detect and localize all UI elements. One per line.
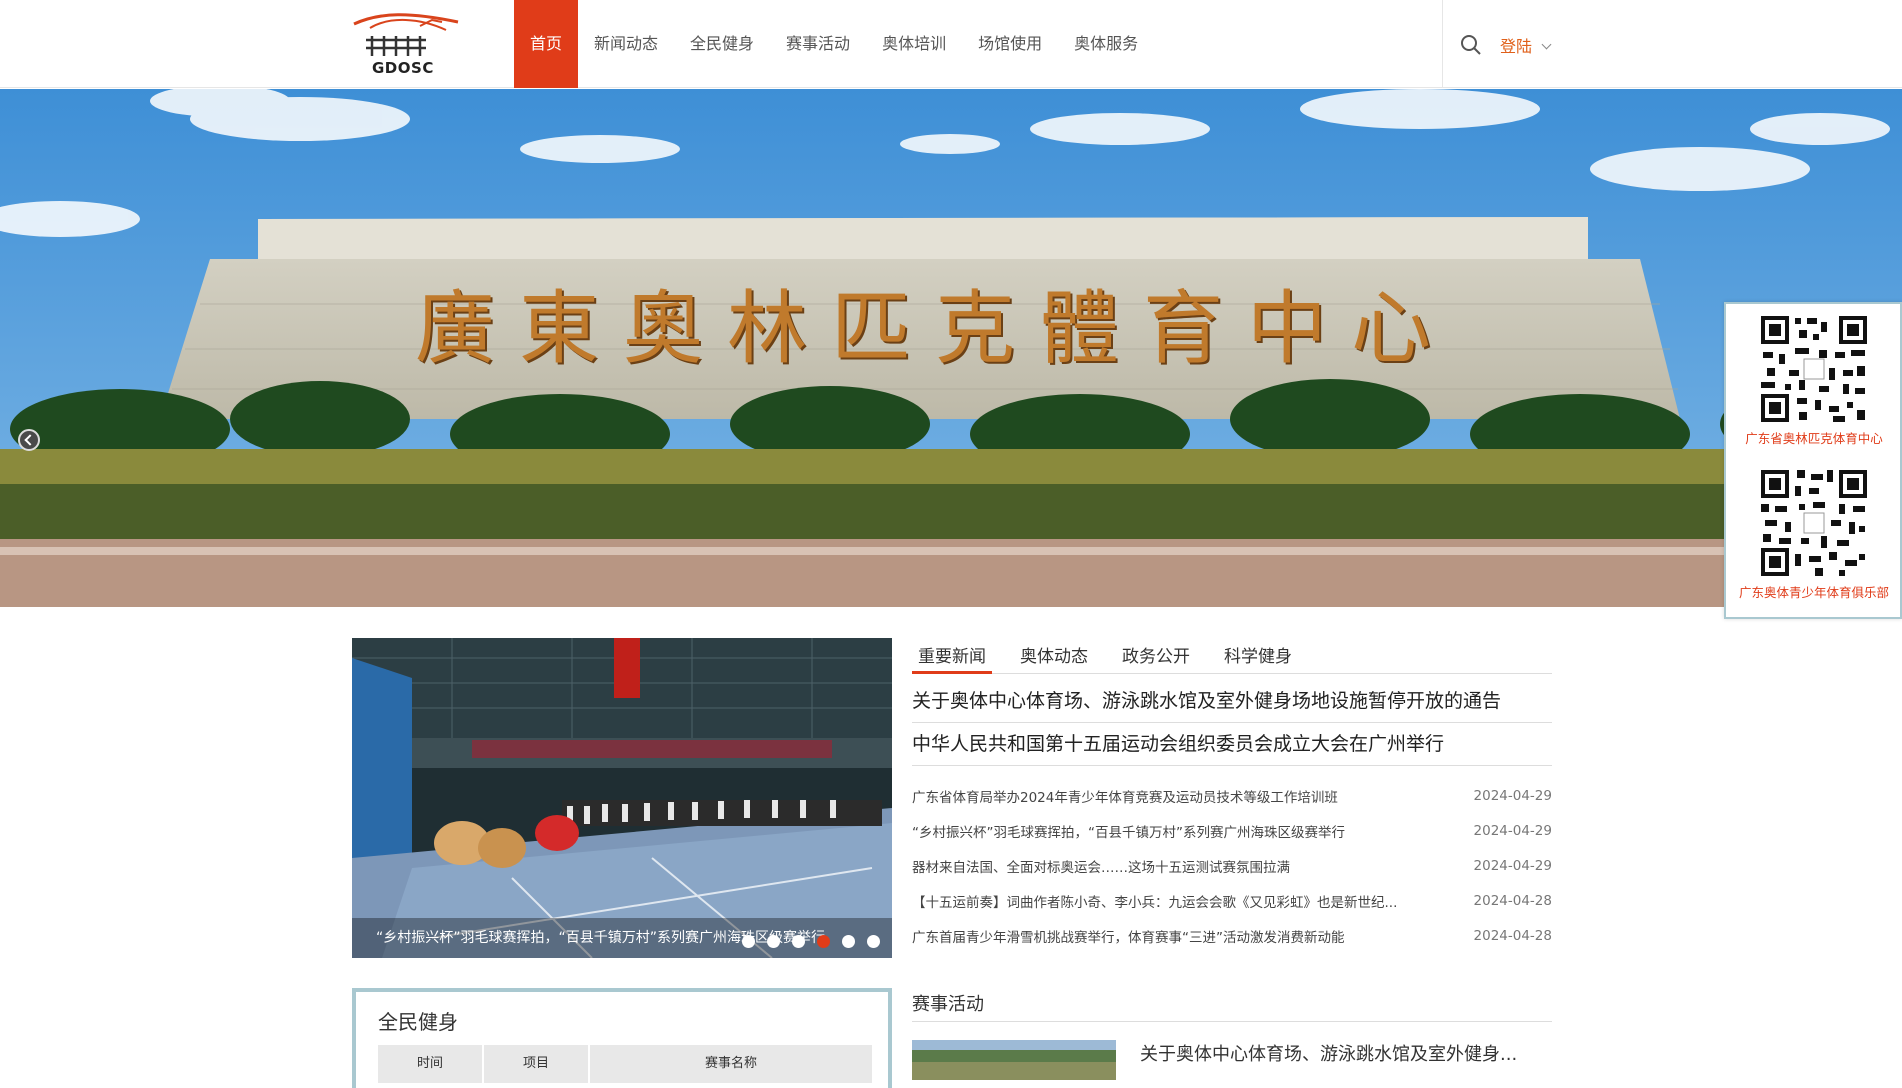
fitness-table-header: 时间 项目 赛事名称: [378, 1045, 872, 1083]
column-header-event-name: 赛事名称: [704, 1056, 757, 1071]
slider-dot-active[interactable]: [817, 935, 830, 948]
logo-mark-icon: [353, 13, 459, 56]
nav-item-services[interactable]: 奥体服务: [1058, 0, 1154, 88]
chevron-down-icon: [1541, 39, 1552, 50]
event-link[interactable]: 关于奥体中心体育场、游泳跳水馆及室外健身...: [1140, 1040, 1517, 1066]
tab-important-news[interactable]: 重要新闻: [912, 634, 992, 674]
news-list-item[interactable]: 【十五运前奏】词曲作者陈小奇、李小兵：九运会会歌《又见彩虹》也是新世纪... 2…: [912, 883, 1552, 918]
section-title: 全民健身: [378, 1010, 458, 1034]
tab-government-affairs[interactable]: 政务公开: [1116, 634, 1196, 674]
column-header-time: 时间: [378, 1045, 484, 1083]
section-title: 赛事活动: [912, 988, 1552, 1022]
news-title: 广东首届青少年滑雪机挑战赛举行，体育赛事“三进”活动激发消费新动能: [912, 929, 1345, 946]
news-list-item[interactable]: 广东省体育局举办2024年青少年体育竞赛及运动员技术等级工作培训班 2024-0…: [912, 778, 1552, 813]
news-date: 2024-04-28: [1473, 892, 1552, 909]
news-date: 2024-04-28: [1473, 927, 1552, 944]
qr-code-icon: [1759, 314, 1869, 424]
logo-text: GDOSC: [372, 59, 434, 77]
site-logo[interactable]: GDOSC: [350, 10, 462, 78]
site-header: GDOSC 首页 新闻动态 全民健身 赛事活动 奥体培训 场馆使用 奥体服务 登…: [0, 0, 1902, 88]
news-title: 【十五运前奏】词曲作者陈小奇、李小兵：九运会会歌《又见彩虹》也是新世纪...: [912, 894, 1398, 911]
news-list-item[interactable]: 器材来自法国、全面对标奥运会……这场十五运测试赛氛围拉满 2024-04-29: [912, 848, 1552, 883]
slider-dot[interactable]: [742, 935, 755, 948]
news-list-item[interactable]: 广东首届青少年滑雪机挑战赛举行，体育赛事“三进”活动激发消费新动能 2024-0…: [912, 918, 1552, 953]
headline-news-link[interactable]: 中华人民共和国第十五届运动会组织委员会成立大会在广州举行: [912, 724, 1552, 766]
slider-dot[interactable]: [842, 935, 855, 948]
banner-inscription: 廣東奧林匹克體育中心: [415, 282, 1455, 375]
slider-dot[interactable]: [767, 935, 780, 948]
search-icon[interactable]: [1460, 34, 1482, 56]
news-tabs: 重要新闻 奥体动态 政务公开 科学健身: [912, 634, 1552, 674]
main-nav: 首页 新闻动态 全民健身 赛事活动 奥体培训 场馆使用 奥体服务: [514, 0, 1154, 88]
slider-photo: [352, 638, 892, 958]
news-date: 2024-04-29: [1473, 857, 1552, 874]
nav-item-news[interactable]: 新闻动态: [578, 0, 674, 88]
news-date: 2024-04-29: [1473, 787, 1552, 804]
qr-block-club: 广东奥体青少年体育俱乐部: [1726, 468, 1902, 601]
nav-item-venues[interactable]: 场馆使用: [962, 0, 1058, 88]
news-list-item[interactable]: “乡村振兴杯”羽毛球赛挥拍，“百县千镇万村”系列赛广州海珠区级赛举行 2024-…: [912, 813, 1552, 848]
slider-dot[interactable]: [867, 935, 880, 948]
event-thumbnail[interactable]: [912, 1040, 1116, 1080]
slider-dot[interactable]: [792, 935, 805, 948]
hero-banner: 廣東奧林匹克體育中心: [0, 89, 1902, 607]
news-title: “乡村振兴杯”羽毛球赛挥拍，“百县千镇万村”系列赛广州海珠区级赛举行: [912, 824, 1345, 841]
qr-caption: 广东奥体青少年体育俱乐部: [1738, 585, 1889, 600]
nav-item-events[interactable]: 赛事活动: [770, 0, 866, 88]
news-title: 广东省体育局举办2024年青少年体育竞赛及运动员技术等级工作培训班: [912, 789, 1338, 806]
tab-center-news[interactable]: 奥体动态: [1014, 634, 1094, 674]
tab-scientific-fitness[interactable]: 科学健身: [1218, 634, 1298, 674]
qr-block-center: 广东省奥林匹克体育中心: [1726, 314, 1902, 447]
login-label: 登陆: [1500, 37, 1533, 56]
header-divider: [1442, 0, 1443, 88]
qr-code-panel: 广东省奥林匹克体育中心 广东奥体青少年体育俱乐部: [1724, 302, 1902, 619]
nav-item-home[interactable]: 首页: [514, 0, 579, 88]
fitness-section: 全民健身 时间 项目 赛事名称: [352, 988, 892, 1088]
news-date: 2024-04-29: [1473, 822, 1552, 839]
nav-item-training[interactable]: 奥体培训: [866, 0, 962, 88]
qr-code-icon: [1759, 468, 1869, 578]
column-header-item: 项目: [484, 1045, 590, 1083]
banner-prev-arrow[interactable]: [18, 429, 40, 451]
news-title: 器材来自法国、全面对标奥运会……这场十五运测试赛氛围拉满: [912, 859, 1290, 876]
qr-caption: 广东省奥林匹克体育中心: [1745, 431, 1883, 446]
slider-dots: [742, 935, 880, 948]
news-list: 广东省体育局举办2024年青少年体育竞赛及运动员技术等级工作培训班 2024-0…: [912, 778, 1552, 953]
nav-item-fitness[interactable]: 全民健身: [674, 0, 770, 88]
headline-news-link[interactable]: 关于奥体中心体育场、游泳跳水馆及室外健身场地设施暂停开放的通告: [912, 681, 1552, 723]
login-button[interactable]: 登陆: [1500, 33, 1552, 57]
news-photo-slider[interactable]: “乡村振兴杯”羽毛球赛挥拍，“百县千镇万村”系列赛广州海珠区级赛举行: [352, 638, 892, 958]
